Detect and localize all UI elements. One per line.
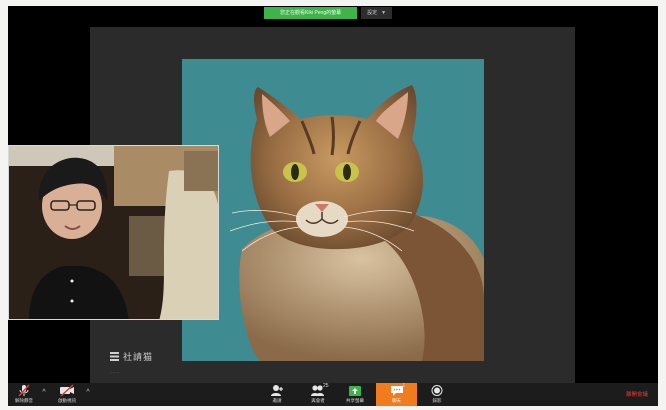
view-options-button[interactable]: 設定 ▼ — [361, 7, 393, 19]
cat-illustration — [182, 59, 484, 361]
chat-button[interactable]: 1 聊天 — [376, 383, 417, 406]
webcam-feed — [9, 146, 218, 319]
chevron-down-icon: ▼ — [381, 10, 387, 16]
share-screen-button[interactable]: 共享螢幕 — [338, 384, 372, 406]
invite-person-icon — [269, 384, 285, 397]
participants-button[interactable]: 25 與會者 — [304, 383, 332, 406]
meeting-window: 您正在觀看Kiki Peng的螢幕 設定 ▼ 社請猫 ······· 解除靜音 … — [8, 6, 658, 406]
end-meeting-button[interactable]: 離開會議 — [626, 390, 648, 398]
slide-logo-text: 社請猫 — [123, 352, 154, 362]
cat-photo — [182, 59, 484, 361]
start-video-label: 啟動視訊 — [58, 398, 76, 403]
participants-icon: 25 — [310, 383, 329, 397]
muted-microphone-icon — [16, 384, 32, 397]
chat-label: 聊天 — [392, 398, 401, 403]
invite-button[interactable]: 邀請 — [264, 384, 290, 406]
participant-video[interactable] — [8, 145, 219, 320]
record-icon — [429, 384, 445, 397]
video-options-caret-icon[interactable]: ^ — [84, 389, 92, 397]
record-label: 錄影 — [432, 398, 442, 403]
viewing-status: 您正在觀看Kiki Peng的螢幕 — [264, 7, 358, 19]
meeting-toolbar: 解除靜音 ^ 啟動視訊 ^ 邀請 25 與會者 共享螢幕 1 聊天 錄影 離開會… — [8, 383, 658, 406]
slide-footnote: ······· — [110, 370, 120, 375]
share-screen-label: 共享螢幕 — [346, 398, 364, 403]
unmute-button[interactable]: 解除靜音 — [10, 384, 38, 406]
share-screen-icon — [347, 384, 363, 397]
start-video-button[interactable]: 啟動視訊 — [52, 384, 82, 406]
video-off-icon — [59, 384, 75, 397]
participants-count: 25 — [323, 383, 329, 389]
share-banner: 您正在觀看Kiki Peng的螢幕 設定 ▼ — [264, 7, 393, 19]
invite-label: 邀請 — [272, 398, 282, 403]
participants-label: 與會者 — [311, 398, 325, 403]
logo-mark-icon — [110, 352, 119, 361]
chat-unread-badge: 1 — [402, 383, 406, 389]
record-button[interactable]: 錄影 — [426, 384, 448, 406]
view-options-label: 設定 — [367, 10, 378, 16]
chat-bubble-icon: 1 — [389, 383, 406, 397]
slide-logo: 社請猫 — [110, 350, 153, 363]
audio-options-caret-icon[interactable]: ^ — [40, 389, 48, 397]
unmute-label: 解除靜音 — [15, 398, 33, 403]
